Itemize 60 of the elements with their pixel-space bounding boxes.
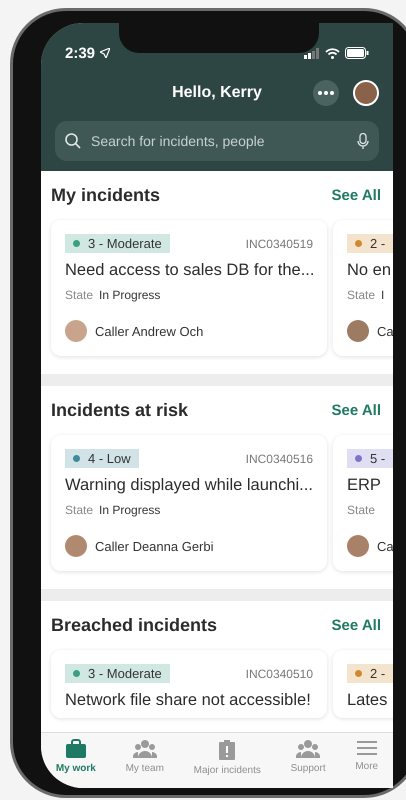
search-input[interactable]: Search for incidents, people — [89, 132, 349, 150]
priority-badge: 2 - — [347, 234, 393, 253]
profile-avatar[interactable] — [353, 80, 379, 106]
caller-name: Caller Andrew Och — [95, 324, 204, 338]
section-title: Breached incidents — [51, 615, 218, 636]
more-options-button[interactable] — [313, 80, 339, 106]
microphone-icon[interactable] — [357, 132, 369, 150]
location-arrow-icon — [100, 48, 110, 58]
tab-item[interactable]: More — [355, 739, 378, 788]
priority-badge: 5 - — [347, 449, 393, 468]
state-label: State — [347, 288, 376, 302]
incident-number: INC0340519 — [246, 236, 313, 250]
wifi-icon — [325, 48, 340, 58]
caller-avatar — [347, 535, 369, 557]
priority-badge: 3 - Moderate — [65, 234, 170, 253]
tab-item[interactable]: Support — [290, 739, 326, 788]
section-title: Incidents at risk — [51, 400, 188, 421]
briefcase-icon — [64, 739, 87, 759]
section-title: My incidents — [51, 185, 160, 206]
caller-name: Caller Deanna Gerbi — [95, 538, 214, 554]
people-icon — [132, 739, 157, 759]
incident-title: Network file share not accessible! — [65, 691, 312, 710]
state-value: I — [381, 288, 384, 302]
caller-avatar — [347, 320, 369, 342]
incident-card[interactable]: 3 - Moderate INC0340510 Network file share not accessible! — [51, 650, 327, 718]
incident-title: ERP — [347, 476, 382, 495]
people-icon — [296, 739, 320, 759]
state-label: State — [347, 503, 376, 517]
priority-badge: 4 - Low — [65, 449, 139, 468]
caller-avatar — [65, 320, 87, 342]
see-all-link[interactable]: See All — [332, 187, 381, 204]
tab-item[interactable]: My team — [126, 739, 164, 788]
incident-title: Warning displayed while launchi... — [65, 476, 314, 495]
tab-item[interactable]: Major incidents — [194, 739, 261, 788]
greeting-title: Hello, Kerry — [171, 84, 263, 102]
signal-icon — [304, 48, 320, 58]
priority-badge: 3 - Moderate — [65, 664, 170, 683]
state-value: In Progress — [99, 503, 160, 517]
state-label: State — [65, 503, 94, 517]
incident-card[interactable]: 3 - Moderate INC0340519 Need access to sales DB for the... State In Progress Caller Andrew Och — [51, 220, 327, 356]
incident-number: INC0340510 — [246, 666, 313, 680]
tab-item[interactable]: My work — [56, 739, 96, 788]
incident-title: Lates — [347, 691, 388, 710]
see-all-link[interactable]: See All — [332, 402, 381, 419]
see-all-link[interactable]: See All — [332, 617, 381, 634]
incident-title: No en — [347, 261, 392, 280]
incident-card[interactable]: 4 - Low INC0340516 Warning displayed while launchi... State In Progress Caller Deanna Gerbi — [51, 435, 327, 571]
state-label: State — [65, 288, 94, 302]
incident-card[interactable]: 2 - Lates — [333, 650, 393, 718]
search-field[interactable]: Search for incidents, people — [55, 121, 379, 161]
incident-number: INC0340516 — [246, 452, 313, 466]
caller-avatar — [65, 535, 87, 557]
state-value: In Progress — [99, 288, 160, 302]
priority-badge: 2 - — [347, 664, 393, 683]
incident-title: Need access to sales DB for the... — [65, 261, 316, 280]
search-icon — [65, 133, 81, 149]
status-time: 2:39 — [65, 44, 96, 62]
menu-icon — [356, 739, 377, 757]
clipboard-alert-icon — [218, 739, 236, 761]
battery-icon — [345, 47, 369, 59]
